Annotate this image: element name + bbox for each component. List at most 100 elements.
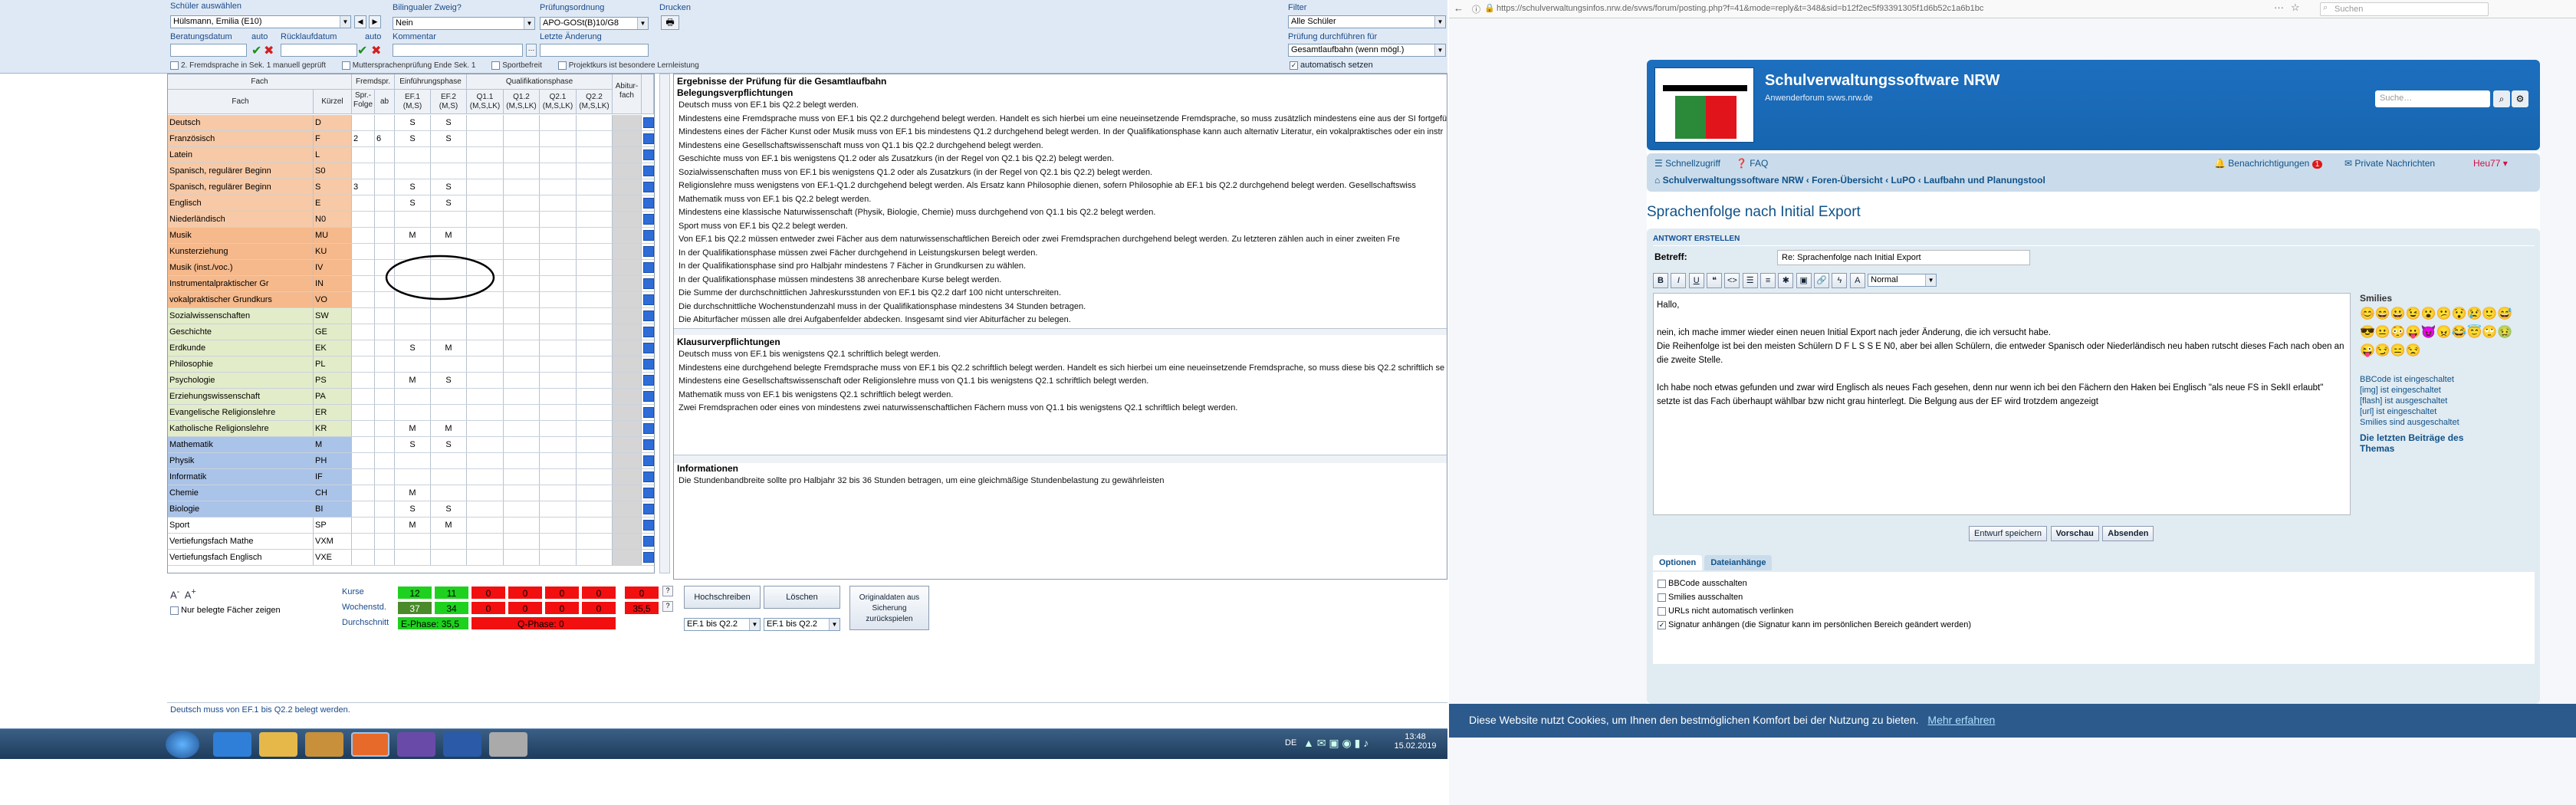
nav-quick[interactable]: ☰ Schnellzugriff: [1654, 158, 1720, 169]
sprfolge-cell[interactable]: [352, 389, 375, 404]
ef1-cell[interactable]: S: [395, 437, 431, 452]
font-size-icons[interactable]: A- A+: [170, 587, 196, 600]
sprfolge-cell[interactable]: [352, 469, 375, 485]
bold-button[interactable]: B: [1653, 273, 1668, 288]
abi-cell[interactable]: [613, 276, 642, 291]
row-action-button[interactable]: [643, 117, 654, 128]
ef2-cell[interactable]: S: [431, 501, 467, 517]
kuerzel-cell[interactable]: BI: [314, 501, 352, 517]
q12-cell[interactable]: [504, 292, 540, 307]
fach-cell[interactable]: Deutsch: [168, 115, 314, 130]
kuerzel-cell[interactable]: KR: [314, 421, 352, 436]
ef1-cell[interactable]: M: [395, 421, 431, 436]
row-action-button[interactable]: [643, 246, 654, 257]
row-action-button[interactable]: [643, 472, 654, 482]
row-action-button[interactable]: [643, 166, 654, 176]
kuerzel-cell[interactable]: IN: [314, 276, 352, 291]
nur-belegte[interactable]: Nur belegte Fächer zeigen: [170, 606, 281, 615]
explorer-icon[interactable]: [259, 732, 297, 757]
grid-row[interactable]: Spanisch, regulärer Beginn S 3 S S: [168, 179, 654, 196]
side-info-line[interactable]: BBCode ist eingeschaltet: [2360, 374, 2459, 385]
sprfolge-cell[interactable]: [352, 518, 375, 533]
sprfolge-cell[interactable]: [352, 244, 375, 259]
ef1-cell[interactable]: [395, 469, 431, 485]
q12-cell[interactable]: [504, 196, 540, 211]
row-action-button[interactable]: [643, 327, 654, 337]
abi-cell[interactable]: [613, 550, 642, 565]
q21-cell[interactable]: [540, 437, 577, 452]
grid-row[interactable]: Katholische Religionslehre KR M M: [168, 421, 654, 437]
kuerzel-cell[interactable]: PS: [314, 373, 352, 388]
row-action-button[interactable]: [643, 343, 654, 353]
abjg-cell[interactable]: [375, 389, 395, 404]
q12-cell[interactable]: [504, 469, 540, 485]
grid-row[interactable]: Philosophie PL: [168, 356, 654, 373]
q21-cell[interactable]: [540, 131, 577, 146]
q11-cell[interactable]: [467, 212, 504, 227]
fach-cell[interactable]: Spanisch, regulärer Beginn: [168, 163, 314, 179]
fontsize-select[interactable]: Normal ▼: [1868, 274, 1937, 288]
sprfolge-cell[interactable]: [352, 228, 375, 243]
fach-cell[interactable]: Physik: [168, 453, 314, 468]
abjg-cell[interactable]: [375, 469, 395, 485]
ef1-cell[interactable]: S: [395, 196, 431, 211]
q22-cell[interactable]: [577, 389, 613, 404]
option-item[interactable]: ✓ Signatur anhängen (die Signatur kann im…: [1658, 618, 2530, 632]
q11-cell[interactable]: [467, 163, 504, 179]
abjg-cell[interactable]: [375, 550, 395, 565]
q22-cell[interactable]: [577, 534, 613, 549]
check-icon[interactable]: ✔: [357, 43, 367, 58]
abjg-cell[interactable]: [375, 324, 395, 340]
q11-cell[interactable]: [467, 550, 504, 565]
abi-cell[interactable]: [613, 405, 642, 420]
abi-cell[interactable]: [613, 244, 642, 259]
row-action-button[interactable]: [643, 488, 654, 498]
abi-cell[interactable]: [613, 453, 642, 468]
app-icon[interactable]: [443, 732, 481, 757]
code-button[interactable]: <>: [1724, 273, 1740, 288]
fach-cell[interactable]: Vertiefungsfach Mathe: [168, 534, 314, 549]
q12-cell[interactable]: [504, 356, 540, 372]
fach-cell[interactable]: Psychologie: [168, 373, 314, 388]
grid-row[interactable]: Biologie BI S S: [168, 501, 654, 518]
kuerzel-cell[interactable]: N0: [314, 212, 352, 227]
kuerzel-cell[interactable]: SP: [314, 518, 352, 533]
q21-cell[interactable]: [540, 212, 577, 227]
abjg-cell[interactable]: [375, 196, 395, 211]
ef2-cell[interactable]: S: [431, 373, 467, 388]
ef2-cell[interactable]: [431, 469, 467, 485]
row-action-button[interactable]: [643, 359, 654, 370]
q22-cell[interactable]: [577, 405, 613, 420]
sprfolge-cell[interactable]: 2: [352, 131, 375, 146]
q21-cell[interactable]: [540, 373, 577, 388]
q11-cell[interactable]: [467, 534, 504, 549]
q12-cell[interactable]: [504, 163, 540, 179]
q11-cell[interactable]: [467, 405, 504, 420]
fach-cell[interactable]: Kunsterziehung: [168, 244, 314, 259]
fach-cell[interactable]: Instrumentalpraktischer Gr: [168, 276, 314, 291]
bookmark-icon[interactable]: ☆: [2291, 2, 2300, 14]
abjg-cell[interactable]: [375, 534, 395, 549]
abjg-cell[interactable]: [375, 485, 395, 501]
row-action-button[interactable]: [643, 294, 654, 305]
abi-cell[interactable]: [613, 437, 642, 452]
kuerzel-cell[interactable]: ER: [314, 405, 352, 420]
q12-cell[interactable]: [504, 308, 540, 324]
sprfolge-cell[interactable]: [352, 340, 375, 356]
kuerzel-cell[interactable]: KU: [314, 244, 352, 259]
abi-cell[interactable]: [613, 389, 642, 404]
cookie-more-link[interactable]: Mehr erfahren: [1927, 714, 1995, 726]
q22-cell[interactable]: [577, 292, 613, 307]
next-student-button[interactable]: ▶: [369, 15, 381, 28]
abjg-cell[interactable]: [375, 501, 395, 517]
abi-cell[interactable]: [613, 534, 642, 549]
sprfolge-cell[interactable]: [352, 115, 375, 130]
topic-title[interactable]: Sprachenfolge nach Initial Export: [1647, 204, 1861, 221]
ef2-cell[interactable]: [431, 534, 467, 549]
ef1-cell[interactable]: M: [395, 228, 431, 243]
q12-cell[interactable]: [504, 324, 540, 340]
abjg-cell[interactable]: [375, 518, 395, 533]
row-action-button[interactable]: [643, 439, 654, 450]
ef1-cell[interactable]: [395, 534, 431, 549]
abi-cell[interactable]: [613, 356, 642, 372]
